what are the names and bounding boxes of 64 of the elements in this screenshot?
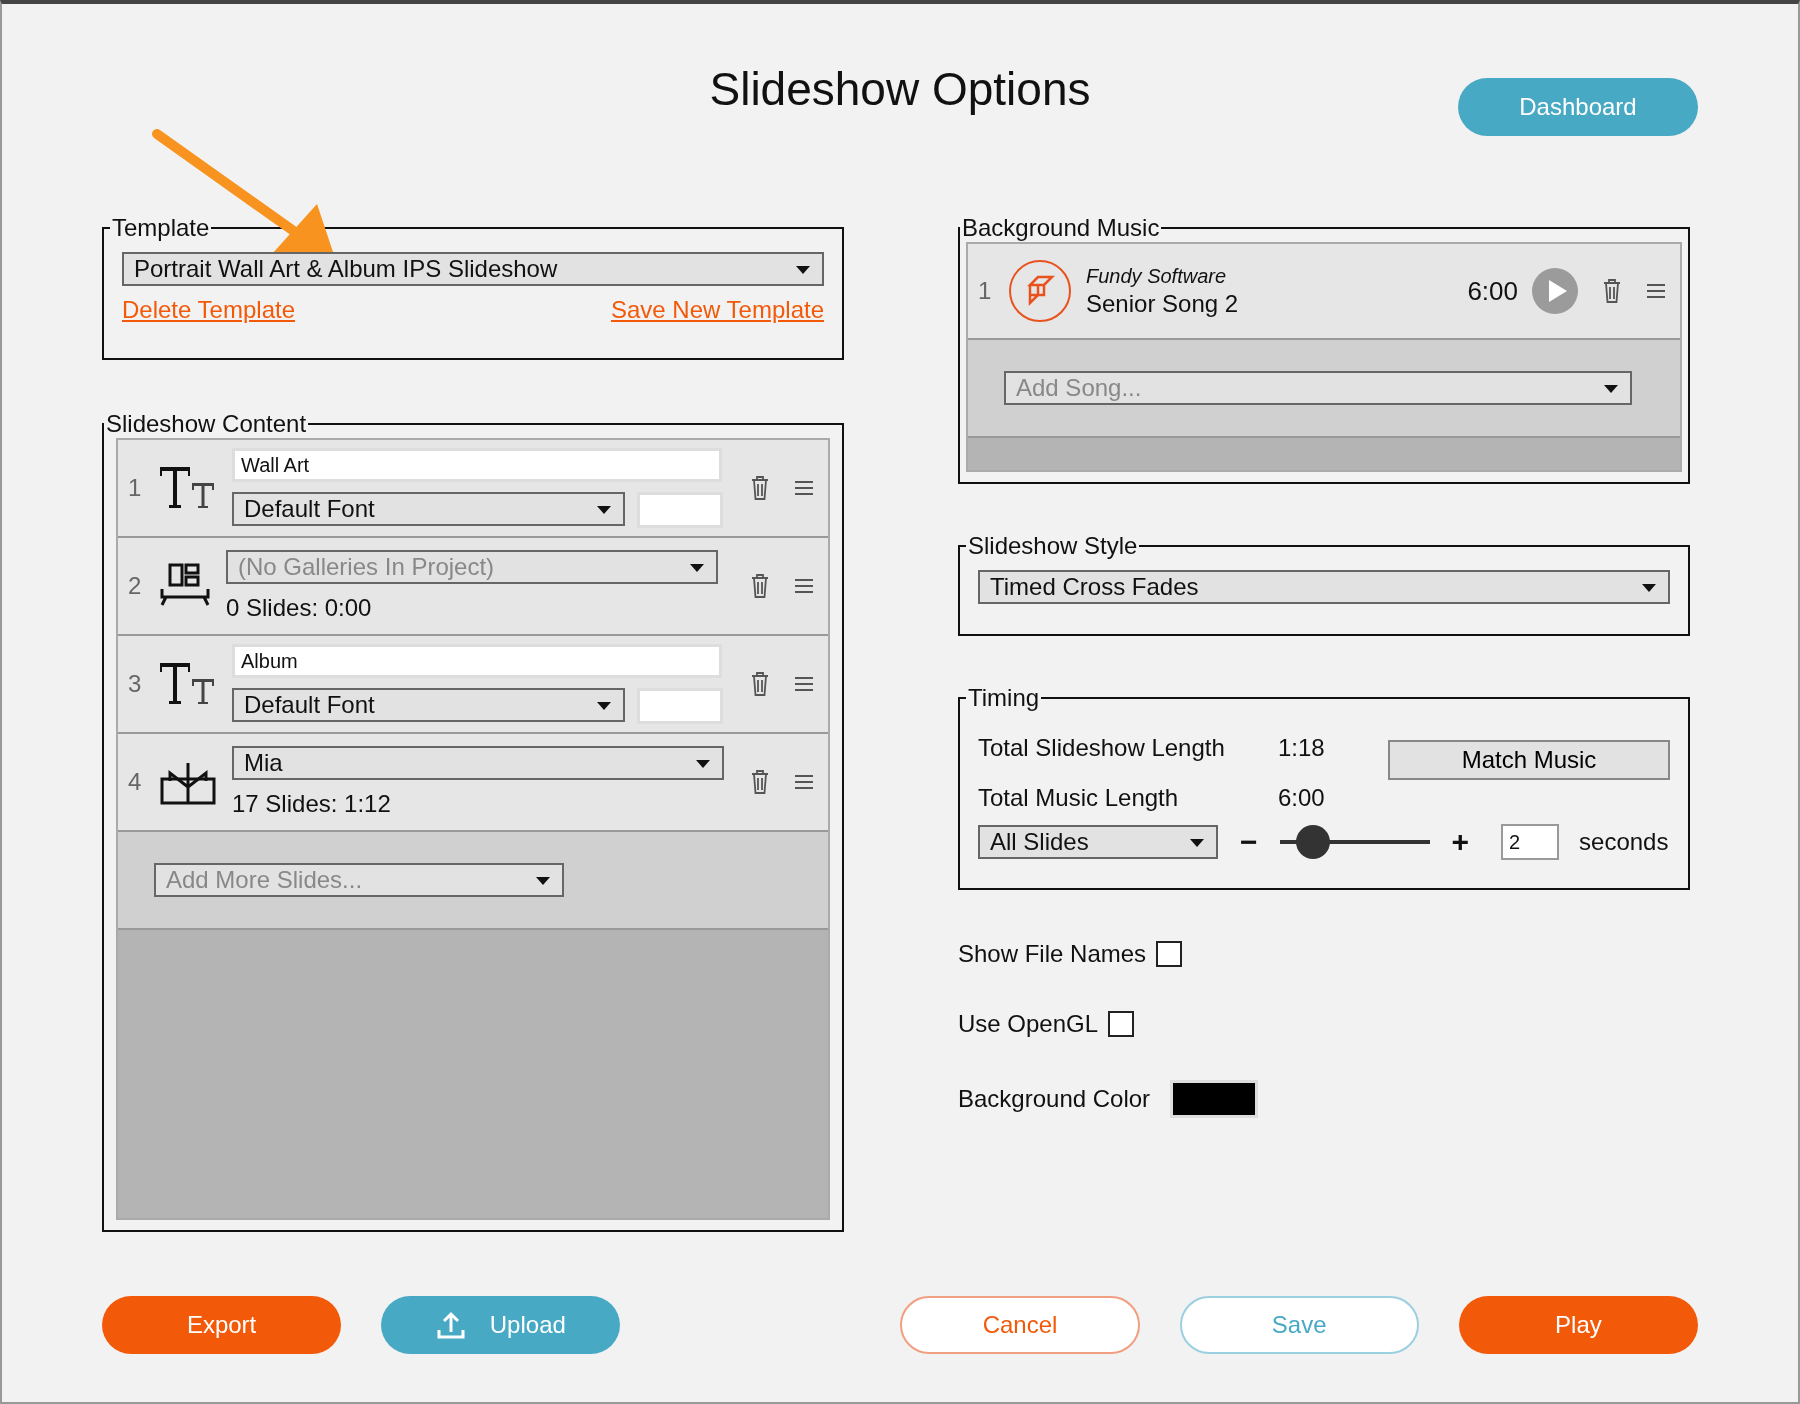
option-label: Show File Names	[958, 940, 1147, 968]
font-dropdown[interactable]: Default Font	[232, 492, 625, 526]
caret-icon	[1604, 385, 1618, 393]
caret-icon	[597, 506, 611, 514]
upload-icon	[435, 1310, 466, 1340]
font-dropdown[interactable]: Default Font	[232, 688, 625, 722]
caret-icon	[597, 702, 611, 710]
song-artist: Fundy Software	[1086, 264, 1228, 288]
slide-summary: 17 Slides: 1:12	[232, 790, 392, 818]
slide-summary: 0 Slides: 0:00	[226, 594, 373, 622]
gallery-dropdown[interactable]: Mia	[232, 746, 724, 780]
timing-legend: Timing	[966, 684, 1042, 712]
template-legend: Template	[110, 214, 212, 242]
song-title: Senior Song 2	[1086, 289, 1240, 318]
style-dropdown[interactable]: Timed Cross Fades	[978, 570, 1670, 604]
match-music-button[interactable]: Match Music	[1388, 740, 1670, 780]
caret-icon	[536, 877, 550, 885]
title-input[interactable]: Wall Art	[232, 448, 722, 482]
seconds-label: seconds	[1579, 828, 1669, 856]
dialog-title: Slideshow Options	[709, 62, 1091, 116]
checkbox[interactable]	[1156, 941, 1183, 967]
cube-logo-icon	[1008, 259, 1072, 323]
color-swatch[interactable]	[1170, 1080, 1259, 1118]
caret-icon	[1642, 584, 1656, 592]
stat-label: Total Slideshow Length	[978, 734, 1226, 762]
trash-icon[interactable]	[750, 573, 770, 599]
option-label: Use OpenGL	[958, 1010, 1099, 1038]
caret-icon	[1190, 839, 1204, 847]
trash-icon[interactable]	[750, 475, 770, 501]
scope-dropdown[interactable]: All Slides	[978, 825, 1218, 859]
slideshow-style-legend: Slideshow Style	[966, 532, 1140, 560]
seconds-input[interactable]: 2	[1501, 824, 1560, 860]
stat-value: 6:00	[1278, 784, 1325, 812]
increase-button[interactable]: +	[1451, 825, 1470, 859]
size-input[interactable]	[637, 492, 723, 528]
size-input[interactable]	[637, 688, 723, 724]
row-number: 2	[128, 572, 143, 600]
background-color-label: Background Color	[958, 1085, 1151, 1113]
drag-handle-icon[interactable]	[794, 578, 814, 594]
caret-icon	[796, 266, 810, 274]
row-number: 3	[128, 670, 143, 698]
row-number: 4	[128, 768, 143, 796]
row-number: 1	[128, 474, 143, 502]
slider-thumb[interactable]	[1295, 825, 1330, 859]
title-input[interactable]: Album	[232, 644, 722, 678]
stat-label: Total Music Length	[978, 784, 1180, 812]
drag-handle-icon[interactable]	[794, 480, 814, 496]
checkbox[interactable]	[1108, 1011, 1135, 1037]
caret-icon	[696, 760, 710, 768]
trash-icon[interactable]	[750, 769, 770, 795]
row-number: 1	[978, 277, 993, 305]
slideshow-content-legend: Slideshow Content	[104, 410, 309, 438]
drag-handle-icon[interactable]	[1646, 283, 1666, 299]
caret-icon	[690, 564, 704, 572]
background-music-legend: Background Music	[960, 214, 1162, 242]
drag-handle-icon[interactable]	[794, 774, 814, 790]
trash-icon[interactable]	[1602, 278, 1622, 304]
trash-icon[interactable]	[750, 671, 770, 697]
play-button[interactable]	[1532, 268, 1578, 314]
stat-value: 1:18	[1278, 734, 1325, 762]
song-length: 6:00	[1467, 275, 1518, 307]
decrease-button[interactable]: −	[1240, 825, 1258, 859]
template-dropdown[interactable]: Portrait Wall Art & Album IPS Slideshow	[122, 252, 824, 286]
drag-handle-icon[interactable]	[794, 676, 814, 692]
